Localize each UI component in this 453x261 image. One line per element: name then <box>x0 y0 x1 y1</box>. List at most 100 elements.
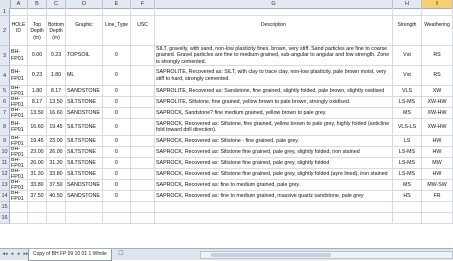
cell-c10[interactable]: 26.00 <box>47 147 66 158</box>
cell-c12[interactable]: 33.80 <box>47 169 66 180</box>
cell-i12[interactable]: HW <box>422 169 453 180</box>
column-header-a[interactable]: A <box>10 0 28 8</box>
cell-i3[interactable]: RS <box>422 46 453 66</box>
cell-b10[interactable]: 23.00 <box>28 147 47 158</box>
cell-f10[interactable] <box>131 147 155 158</box>
cell-g1[interactable] <box>155 8 393 16</box>
cell-f11[interactable] <box>131 158 155 169</box>
cell-b7[interactable]: 13.50 <box>28 108 47 119</box>
cell-b9[interactable]: 19.45 <box>28 136 47 147</box>
cell-g12[interactable]: SAPROCK, Recovered as: Siltstone fine gr… <box>155 169 393 180</box>
cell-g13[interactable]: SAPROCK, Recovered as: fine to medium gr… <box>155 180 393 191</box>
cell-h3[interactable]: Vst <box>393 46 422 66</box>
cell-h7[interactable]: MS <box>393 108 422 119</box>
row-header-7[interactable]: 7 <box>0 108 10 119</box>
cell-a15[interactable] <box>10 202 28 213</box>
cell-d13[interactable]: SANDSTONE <box>66 180 103 191</box>
sheet-nav-prev-icon[interactable]: ◂ <box>9 251 15 258</box>
sheet-tab[interactable]: Copy of BH FP 09 10 01 1 Whole <box>28 249 112 261</box>
row-header-8[interactable]: 8 <box>0 119 10 136</box>
cell-g10[interactable]: SAPROCK, Recovered as: Siltstone fine gr… <box>155 147 393 158</box>
row-header-1[interactable]: 1 <box>0 8 10 16</box>
cell-c14[interactable]: 40.50 <box>47 191 66 202</box>
cell-i5[interactable]: XW <box>422 86 453 97</box>
row-header-3[interactable]: 3 <box>0 46 10 66</box>
cell-f12[interactable] <box>131 169 155 180</box>
column-header-g[interactable]: G <box>155 0 393 8</box>
cell-d5[interactable]: SANDSTONE <box>66 86 103 97</box>
cell-d11[interactable]: SILTSTONE <box>66 158 103 169</box>
header-description[interactable]: Description <box>155 16 393 46</box>
row-header-15[interactable]: 15 <box>0 202 10 213</box>
cell-c4[interactable]: 1.80 <box>47 66 66 86</box>
column-header-h[interactable]: H <box>393 0 422 8</box>
cell-e8[interactable]: 0 <box>103 119 131 136</box>
column-header-i[interactable]: I <box>422 0 453 8</box>
cell-g8[interactable]: SAPROCK, Recovered as: Siltstone, fine g… <box>155 119 393 136</box>
cell-i14[interactable]: FR <box>422 191 453 202</box>
cell-d9[interactable]: SILTSTONE <box>66 136 103 147</box>
row-header-10[interactable]: 10 <box>0 147 10 158</box>
cell-e5[interactable]: 0 <box>103 86 131 97</box>
cell-a7[interactable]: BH-FP01 <box>10 108 28 119</box>
row-header-16[interactable]: 16 <box>0 213 10 224</box>
cell-c9[interactable]: 23.00 <box>47 136 66 147</box>
cell-e9[interactable]: 0 <box>103 136 131 147</box>
cell-a3[interactable]: BH-FP01 <box>10 46 28 66</box>
cell-c15[interactable] <box>47 202 66 213</box>
cell-h15[interactable] <box>393 202 422 213</box>
row-header-5[interactable]: 5 <box>0 86 10 97</box>
cell-e15[interactable] <box>103 202 131 213</box>
cell-d12[interactable]: SILTSTONE <box>66 169 103 180</box>
header-top-depth[interactable]: Top Depth (m) <box>28 16 47 46</box>
cell-g16[interactable] <box>155 213 393 224</box>
column-header-c[interactable]: C <box>47 0 66 8</box>
cell-h13[interactable]: MS <box>393 180 422 191</box>
sheet-nav-next-icon[interactable]: ▸ <box>16 251 22 258</box>
cell-f15[interactable] <box>131 202 155 213</box>
cell-e13[interactable]: 0 <box>103 180 131 191</box>
cell-d8[interactable]: SILTSTONE <box>66 119 103 136</box>
cell-g14[interactable]: SAPROCK, Recovered as: fine to medium gr… <box>155 191 393 202</box>
cell-d3[interactable]: TOPSOIL <box>66 46 103 66</box>
horizontal-scrollbar[interactable] <box>200 251 453 259</box>
cell-a1[interactable] <box>10 8 28 16</box>
cell-i4[interactable]: RS <box>422 66 453 86</box>
cell-a11[interactable]: BH-FP01 <box>10 158 28 169</box>
cell-g5[interactable]: SAPROLITE, Recovered as: Sandstone, fine… <box>155 86 393 97</box>
row-header-9[interactable]: 9 <box>0 136 10 147</box>
cell-b6[interactable]: 8.17 <box>28 97 47 108</box>
row-header-2[interactable]: 2 <box>0 16 10 46</box>
cell-b3[interactable]: 0.00 <box>28 46 47 66</box>
cell-b16[interactable] <box>28 213 47 224</box>
cell-g4[interactable]: SAPROLITE, Recovered as: SILT, with clay… <box>155 66 393 86</box>
cell-f7[interactable] <box>131 108 155 119</box>
cell-e6[interactable]: 0 <box>103 97 131 108</box>
cell-d7[interactable]: SANDSTONE <box>66 108 103 119</box>
row-header-4[interactable]: 4 <box>0 66 10 86</box>
cell-g7[interactable]: SAPROCK, Sandstone? fine medium grained,… <box>155 108 393 119</box>
header-weathering[interactable]: Weathering <box>422 16 453 46</box>
cell-g9[interactable]: SAPROCK, Recovered as: Siltstone - fine … <box>155 136 393 147</box>
cell-h11[interactable]: LS-MS <box>393 158 422 169</box>
cell-b11[interactable]: 26.00 <box>28 158 47 169</box>
cell-f9[interactable] <box>131 136 155 147</box>
cell-i6[interactable]: XW-HW <box>422 97 453 108</box>
cell-e11[interactable]: 0 <box>103 158 131 169</box>
cell-d6[interactable]: SILTSTONE <box>66 97 103 108</box>
cell-i10[interactable]: HW <box>422 147 453 158</box>
cell-f16[interactable] <box>131 213 155 224</box>
cell-g6[interactable]: SAPROLITE, Siltstone, fine grained, yell… <box>155 97 393 108</box>
cell-b5[interactable]: 1.80 <box>28 86 47 97</box>
cell-h16[interactable] <box>393 213 422 224</box>
header-usc[interactable]: USC <box>131 16 155 46</box>
header-graphic[interactable]: Graphic <box>66 16 103 46</box>
cell-a14[interactable]: BH-FP01 <box>10 191 28 202</box>
sheet-nav-first-icon[interactable]: ◂◂ <box>2 251 8 258</box>
cell-d1[interactable] <box>66 8 103 16</box>
cell-h4[interactable]: Vst <box>393 66 422 86</box>
cell-i9[interactable]: HW <box>422 136 453 147</box>
insert-sheet-icon[interactable]: ☐ <box>116 250 126 259</box>
row-header-12[interactable]: 12 <box>0 169 10 180</box>
cell-a6[interactable]: BH-FP01 <box>10 97 28 108</box>
